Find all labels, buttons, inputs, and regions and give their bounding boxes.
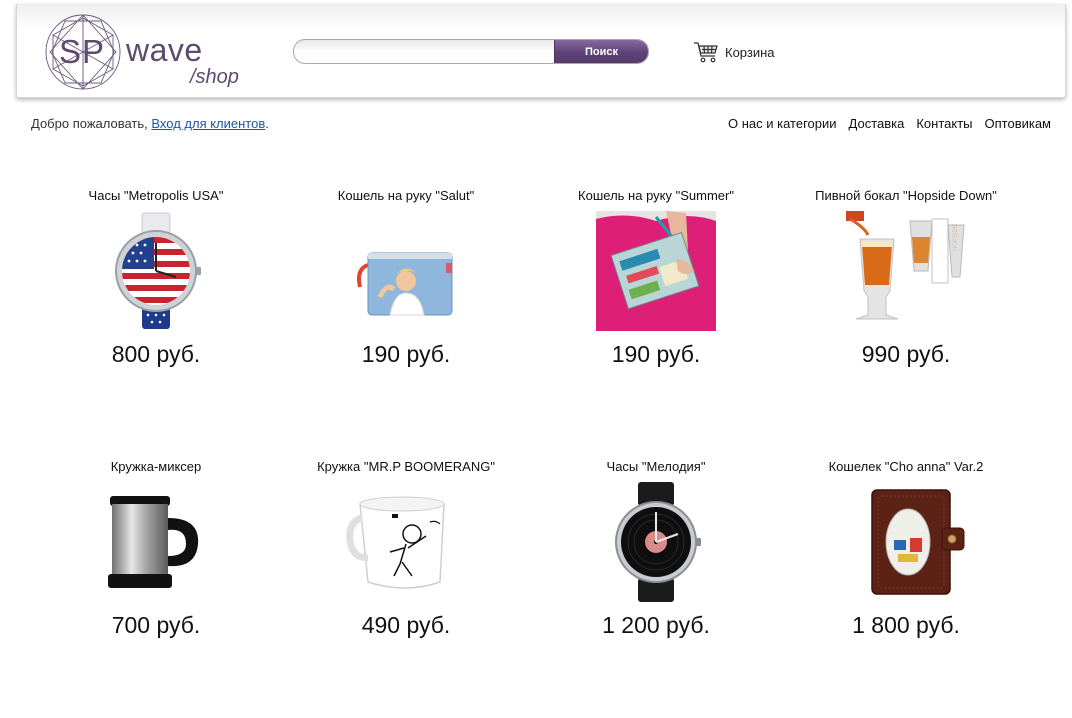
search-bar: Поиск bbox=[293, 39, 649, 64]
steel-mixer-mug-image[interactable] bbox=[96, 482, 216, 602]
product-card[interactable]: Часы "Мелодия" 1 200 руб. bbox=[536, 459, 776, 639]
welcome-suffix: . bbox=[265, 116, 269, 131]
welcome-message: Добро пожаловать, Вход для клиентов. bbox=[31, 116, 269, 131]
product-price: 1 800 руб. bbox=[852, 612, 960, 638]
white-boomerang-mug-image[interactable] bbox=[346, 482, 466, 602]
welcome-text: Добро пожаловать, bbox=[31, 116, 152, 131]
product-price: 490 руб. bbox=[361, 612, 451, 638]
nav-item-wholesale[interactable]: Оптовикам bbox=[985, 116, 1052, 131]
search-input[interactable] bbox=[294, 40, 552, 63]
vinyl-record-watch-image[interactable] bbox=[596, 482, 716, 602]
product-card[interactable]: Кружка "MR.P BOOMERANG" 490 руб. bbox=[286, 459, 526, 639]
cart-link[interactable]: Корзина bbox=[693, 40, 775, 64]
search-button[interactable]: Поиск bbox=[554, 40, 648, 63]
product-card[interactable]: Часы "Metropolis USA" 800 руб. bbox=[36, 188, 276, 368]
logo-shop-text: /shop bbox=[190, 66, 239, 88]
product-title[interactable]: Часы "Мелодия" bbox=[536, 459, 776, 475]
product-card[interactable]: Кружка-миксер 700 руб. bbox=[36, 459, 276, 639]
product-price: 190 руб. bbox=[611, 341, 701, 367]
product-card[interactable]: Кошелек "Cho anna" Var.2 1 800 руб. bbox=[786, 459, 1026, 639]
site-header: SP wave /shop Поиск Корзина bbox=[16, 4, 1066, 98]
product-title[interactable]: Кружка "MR.P BOOMERANG" bbox=[286, 459, 526, 475]
product-price: 700 руб. bbox=[111, 612, 201, 638]
product-title[interactable]: Часы "Metropolis USA" bbox=[36, 188, 276, 204]
logo-wave-text: wave bbox=[126, 32, 203, 68]
nav-item-delivery[interactable]: Доставка bbox=[849, 116, 905, 131]
summer-clutch-photo-image[interactable] bbox=[596, 211, 716, 331]
logo-sp-text: SP bbox=[59, 33, 106, 70]
login-link[interactable]: Вход для клиентов bbox=[151, 116, 265, 131]
top-navigation: О нас и категории Доставка Контакты Опто… bbox=[716, 116, 1051, 131]
product-price: 800 руб. bbox=[111, 341, 201, 367]
watch-usa-flag-image[interactable] bbox=[96, 211, 216, 331]
brown-leather-wallet-image[interactable] bbox=[846, 482, 966, 602]
cart-label: Корзина bbox=[725, 44, 775, 60]
product-price: 990 руб. bbox=[861, 341, 951, 367]
product-title[interactable]: Кошелек "Cho anna" Var.2 bbox=[786, 459, 1026, 475]
product-card[interactable]: Пивной бокал "Hopside Down" HOPSIDE 990 … bbox=[786, 188, 1026, 368]
product-price: 1 200 руб. bbox=[602, 612, 710, 638]
product-title[interactable]: Кошель на руку "Summer" bbox=[536, 188, 776, 204]
product-title[interactable]: Кружка-миксер bbox=[36, 459, 276, 475]
nav-item-about[interactable]: О нас и категории bbox=[728, 116, 837, 131]
cart-icon bbox=[694, 42, 718, 63]
product-title[interactable]: Пивной бокал "Hopside Down" bbox=[786, 188, 1026, 204]
blue-pouch-wallet-image[interactable] bbox=[346, 211, 466, 331]
product-price: 190 руб. bbox=[361, 341, 451, 367]
product-title[interactable]: Кошель на руку "Salut" bbox=[286, 188, 526, 204]
nav-item-contacts[interactable]: Контакты bbox=[916, 116, 972, 131]
product-card[interactable]: Кошель на руку "Salut" 190 руб. bbox=[286, 188, 526, 368]
product-card[interactable]: Кошель на руку "Summer" 190 руб. bbox=[536, 188, 776, 368]
beer-glass-image[interactable]: HOPSIDE bbox=[846, 211, 966, 331]
site-logo[interactable]: SP wave /shop bbox=[43, 12, 253, 92]
